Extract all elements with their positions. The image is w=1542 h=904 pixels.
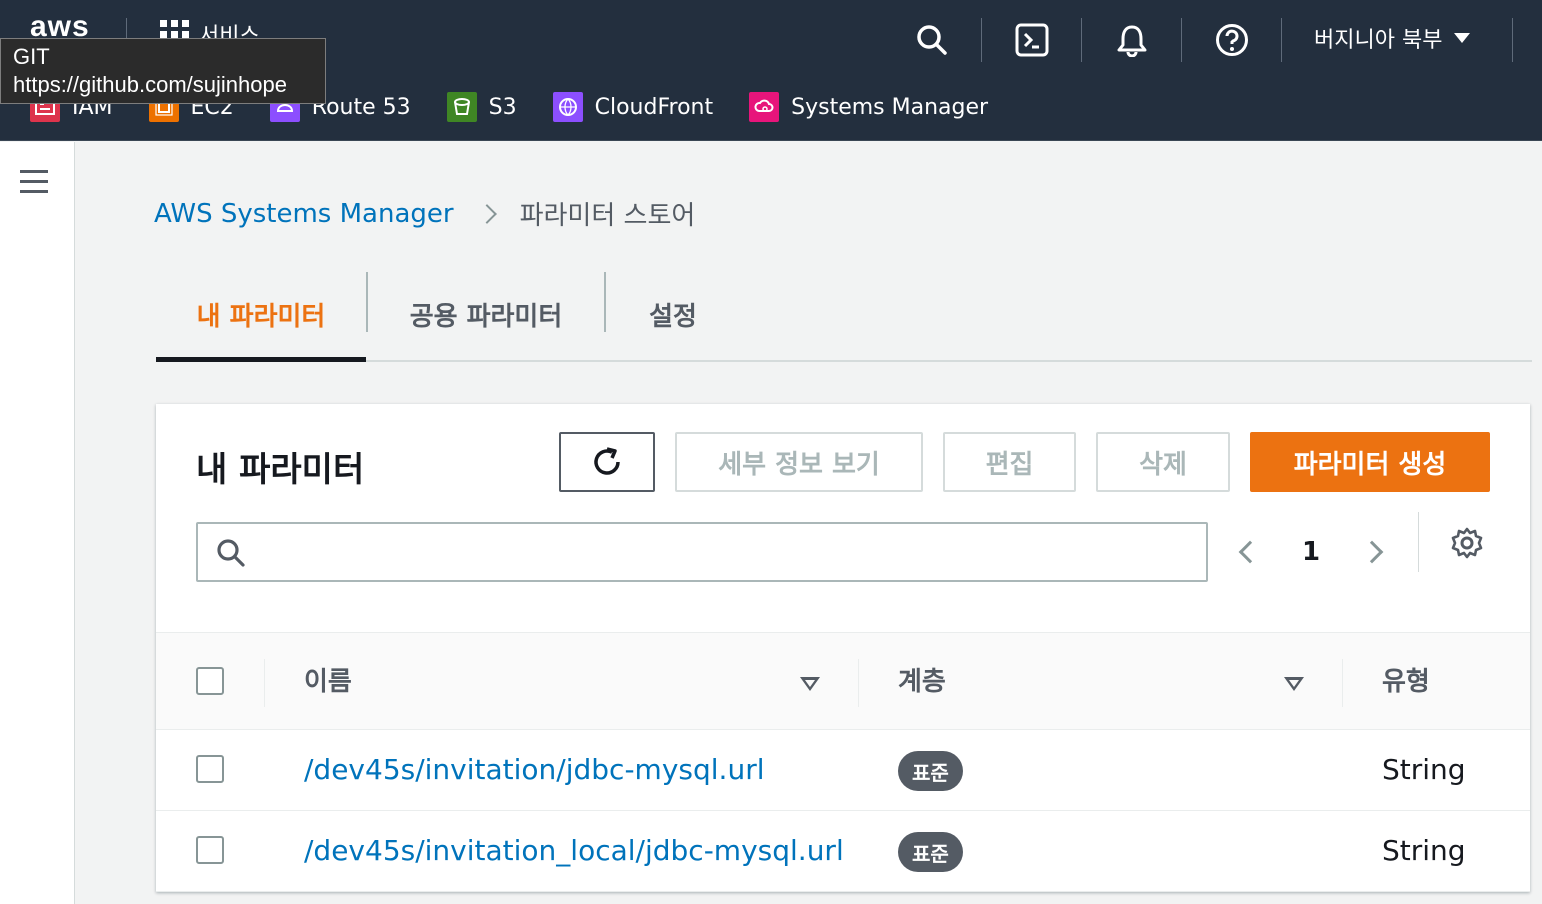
- nav-divider: [981, 18, 982, 62]
- systems-manager-icon: [749, 92, 780, 122]
- tier-badge: 표준: [898, 751, 963, 791]
- chevron-right-icon[interactable]: [1360, 540, 1384, 564]
- cloudshell-icon[interactable]: [1010, 18, 1054, 62]
- select-all-checkbox[interactable]: [196, 667, 224, 695]
- column-header-type[interactable]: 유형: [1382, 661, 1430, 698]
- breadcrumb-systems-manager[interactable]: AWS Systems Manager: [154, 199, 454, 229]
- tab-bar: 내 파라미터 공용 파라미터 설정: [156, 268, 1532, 362]
- column-header-tier[interactable]: 계층: [898, 661, 946, 698]
- favorite-label: Route 53: [311, 94, 411, 120]
- table-row[interactable]: /dev45s/invitation_local/jdbc-mysql.url …: [156, 812, 1530, 892]
- page-number[interactable]: 1: [1302, 537, 1320, 567]
- parameter-name-link[interactable]: /dev45s/invitation_local/jdbc-mysql.url: [304, 834, 844, 867]
- breadcrumb: AWS Systems Manager 파라미터 스토어: [154, 195, 695, 232]
- tab-my-parameters[interactable]: 내 파라미터: [156, 268, 366, 362]
- row-checkbox[interactable]: [196, 755, 224, 783]
- pager-divider: [1418, 512, 1419, 572]
- panel-title: 내 파라미터: [196, 450, 365, 490]
- parameter-type: String: [1382, 834, 1466, 867]
- s3-icon: [446, 92, 477, 122]
- create-parameter-button[interactable]: 파라미터 생성: [1250, 432, 1490, 492]
- parameter-name-link[interactable]: /dev45s/invitation/jdbc-mysql.url: [304, 753, 764, 786]
- tooltip-title: GIT: [13, 44, 50, 69]
- tab-settings[interactable]: 설정: [606, 268, 740, 360]
- favorite-label: S3: [488, 94, 517, 120]
- edit-button[interactable]: 편집: [943, 432, 1076, 492]
- chevron-left-icon[interactable]: [1238, 540, 1262, 564]
- cloudfront-icon: [552, 92, 583, 122]
- tier-badge: 표준: [898, 832, 963, 872]
- sort-down-icon[interactable]: [800, 677, 820, 691]
- search-icon: [217, 539, 245, 567]
- column-header-name[interactable]: 이름: [304, 661, 352, 698]
- refresh-icon: [594, 447, 620, 475]
- tab-public-parameters[interactable]: 공용 파라미터: [368, 268, 604, 360]
- delete-button[interactable]: 삭제: [1096, 432, 1230, 492]
- help-icon[interactable]: [1210, 18, 1254, 62]
- hamburger-menu-icon[interactable]: [20, 170, 48, 193]
- view-details-button[interactable]: 세부 정보 보기: [675, 432, 923, 492]
- parameter-type: String: [1382, 753, 1466, 786]
- refresh-button[interactable]: [559, 432, 655, 492]
- table-header: 이름 계층 유형: [156, 632, 1530, 730]
- tooltip-url: https://github.com/sujinhope: [13, 72, 287, 97]
- favorite-label: Systems Manager: [791, 94, 989, 120]
- region-selector[interactable]: 버지니아 북부: [1314, 22, 1471, 54]
- breadcrumb-current: 파라미터 스토어: [519, 201, 696, 231]
- nav-divider: [1081, 18, 1082, 62]
- search-icon[interactable]: [910, 18, 954, 62]
- bookmark-tooltip: GIT https://github.com/sujinhope: [0, 38, 326, 104]
- favorite-s3[interactable]: S3: [446, 92, 517, 122]
- table-row[interactable]: /dev45s/invitation/jdbc-mysql.url 표준 Str…: [156, 731, 1530, 811]
- side-navigation: [0, 142, 75, 904]
- column-divider: [858, 659, 859, 707]
- nav-divider: [1512, 18, 1513, 62]
- column-divider: [1342, 659, 1343, 707]
- row-checkbox[interactable]: [196, 836, 224, 864]
- region-label: 버지니아 북부: [1314, 28, 1443, 53]
- column-divider: [264, 659, 265, 707]
- nav-divider: [1181, 18, 1182, 62]
- chevron-right-icon: [476, 203, 497, 224]
- bell-icon[interactable]: [1110, 18, 1154, 62]
- favorite-systems-manager[interactable]: Systems Manager: [749, 92, 988, 122]
- favorite-cloudfront[interactable]: CloudFront: [552, 92, 714, 122]
- parameters-panel: 내 파라미터 세부 정보 보기 편집 삭제 파라미터 생성 1 이름 계층 유형…: [156, 404, 1530, 892]
- pagination: 1: [1238, 522, 1384, 582]
- caret-down-icon: [1454, 33, 1471, 43]
- search-input[interactable]: [196, 522, 1208, 582]
- favorite-label: CloudFront: [594, 94, 714, 120]
- nav-divider: [1281, 18, 1282, 62]
- gear-icon[interactable]: [1450, 526, 1484, 564]
- sort-down-icon[interactable]: [1284, 677, 1304, 691]
